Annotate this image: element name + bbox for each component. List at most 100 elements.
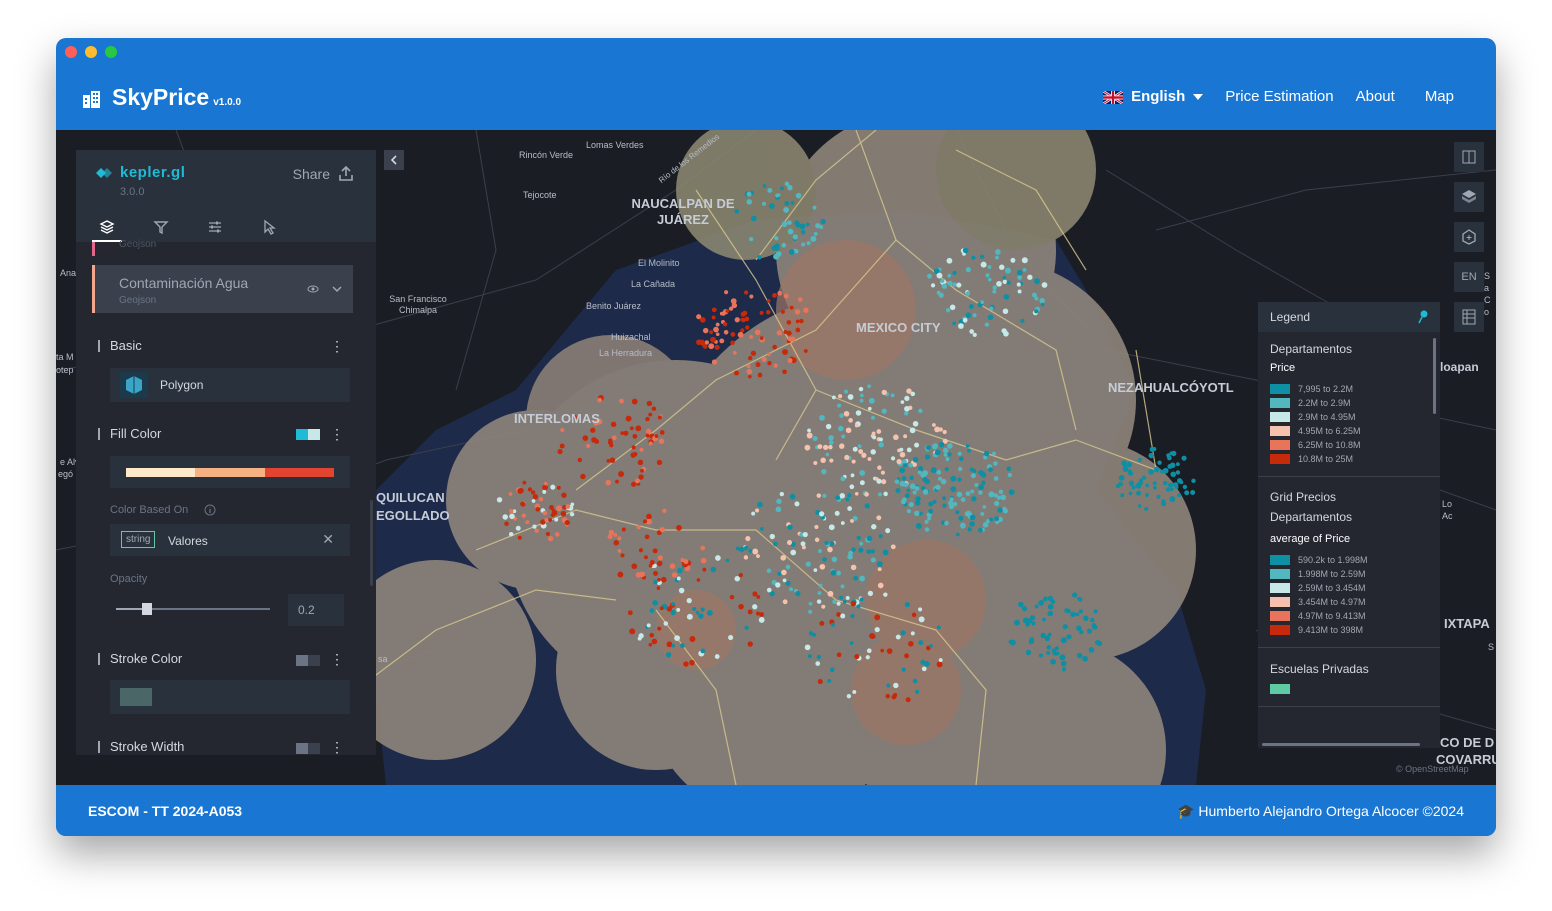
map-point[interactable] bbox=[978, 484, 984, 491]
map-point[interactable] bbox=[686, 613, 693, 620]
map-point[interactable] bbox=[631, 563, 638, 570]
map-point[interactable] bbox=[799, 318, 804, 324]
map-point[interactable] bbox=[715, 332, 720, 337]
map-point[interactable] bbox=[713, 326, 719, 333]
map-point[interactable] bbox=[904, 493, 910, 499]
map-point[interactable] bbox=[982, 522, 989, 528]
map-point[interactable] bbox=[994, 500, 1000, 506]
map-point[interactable] bbox=[899, 451, 906, 458]
map-point[interactable] bbox=[635, 478, 640, 484]
map-point[interactable] bbox=[757, 255, 762, 260]
map-point[interactable] bbox=[824, 540, 829, 546]
map-point[interactable] bbox=[700, 648, 706, 654]
map-point[interactable] bbox=[876, 561, 883, 568]
map-point[interactable] bbox=[932, 499, 937, 504]
map-point[interactable] bbox=[867, 457, 872, 461]
map-point[interactable] bbox=[1096, 640, 1103, 647]
map-point[interactable] bbox=[795, 590, 801, 597]
map-point[interactable] bbox=[917, 465, 924, 472]
map-point[interactable] bbox=[724, 290, 729, 295]
map-point[interactable] bbox=[725, 558, 730, 563]
map-point[interactable] bbox=[928, 508, 934, 514]
map-point[interactable] bbox=[903, 463, 908, 468]
map-point[interactable] bbox=[1139, 478, 1144, 483]
map-point[interactable] bbox=[686, 597, 692, 604]
map-point[interactable] bbox=[617, 536, 622, 541]
stroke-width-more-icon[interactable]: ⋮ bbox=[330, 739, 344, 755]
tab-filters[interactable] bbox=[146, 214, 176, 240]
map-point[interactable] bbox=[756, 554, 760, 559]
map-point[interactable] bbox=[1169, 451, 1174, 456]
map-point[interactable] bbox=[830, 622, 836, 627]
map-point[interactable] bbox=[974, 482, 979, 487]
map-point[interactable] bbox=[714, 344, 720, 350]
map-point[interactable] bbox=[947, 452, 952, 457]
map-point[interactable] bbox=[580, 473, 586, 480]
map-point[interactable] bbox=[738, 573, 743, 578]
map-point[interactable] bbox=[542, 489, 547, 494]
map-point[interactable] bbox=[1177, 478, 1183, 484]
map-point[interactable] bbox=[551, 510, 558, 516]
map-point[interactable] bbox=[1059, 654, 1066, 661]
map-point[interactable] bbox=[958, 515, 964, 521]
map-point[interactable] bbox=[868, 397, 875, 404]
map-point[interactable] bbox=[912, 421, 919, 427]
map-point[interactable] bbox=[947, 273, 952, 278]
map-point[interactable] bbox=[982, 504, 987, 509]
map-point[interactable] bbox=[829, 541, 835, 547]
map-point[interactable] bbox=[560, 427, 565, 433]
map-point[interactable] bbox=[773, 363, 778, 368]
map-point[interactable] bbox=[867, 384, 871, 389]
map-point[interactable] bbox=[918, 640, 924, 646]
map-point[interactable] bbox=[1137, 457, 1142, 462]
map-point[interactable] bbox=[972, 332, 977, 337]
map-point[interactable] bbox=[980, 300, 985, 304]
map-point[interactable] bbox=[711, 307, 717, 313]
map-point[interactable] bbox=[801, 242, 806, 247]
map-point[interactable] bbox=[646, 623, 651, 628]
map-point[interactable] bbox=[981, 480, 986, 486]
map-point[interactable] bbox=[676, 576, 681, 581]
map-point[interactable] bbox=[708, 343, 715, 350]
map-point[interactable] bbox=[1006, 280, 1011, 285]
map-point[interactable] bbox=[569, 512, 575, 517]
map-point[interactable] bbox=[586, 443, 591, 448]
map-point[interactable] bbox=[914, 510, 920, 517]
map-point[interactable] bbox=[942, 429, 947, 435]
map-point[interactable] bbox=[849, 641, 854, 646]
map-point[interactable] bbox=[761, 356, 767, 363]
map-point[interactable] bbox=[787, 524, 793, 530]
map-point[interactable] bbox=[728, 306, 734, 311]
map-point[interactable] bbox=[502, 514, 508, 520]
map-point[interactable] bbox=[859, 470, 866, 476]
map-point[interactable] bbox=[987, 277, 992, 282]
map-point[interactable] bbox=[776, 330, 782, 336]
draw-button[interactable] bbox=[1454, 222, 1484, 252]
map-point[interactable] bbox=[949, 304, 956, 311]
map-point[interactable] bbox=[644, 555, 648, 560]
map-point[interactable] bbox=[638, 548, 644, 553]
map-point[interactable] bbox=[915, 689, 920, 694]
map-point[interactable] bbox=[646, 428, 652, 434]
map-point[interactable] bbox=[525, 520, 530, 525]
map-point[interactable] bbox=[918, 607, 923, 612]
map-point[interactable] bbox=[822, 444, 829, 450]
map-point[interactable] bbox=[1153, 485, 1157, 490]
map-point[interactable] bbox=[894, 479, 900, 485]
map-point[interactable] bbox=[1062, 624, 1068, 630]
map-point[interactable] bbox=[787, 220, 792, 225]
map-point[interactable] bbox=[995, 249, 1001, 255]
map-point[interactable] bbox=[1177, 493, 1182, 498]
map-point[interactable] bbox=[548, 517, 553, 522]
map-point[interactable] bbox=[840, 476, 846, 482]
map-point[interactable] bbox=[1010, 257, 1016, 263]
map-point[interactable] bbox=[729, 594, 735, 600]
map-point[interactable] bbox=[822, 557, 827, 562]
map-point[interactable] bbox=[617, 549, 622, 553]
map-point[interactable] bbox=[1152, 481, 1157, 486]
layer-type-selector[interactable]: Polygon bbox=[110, 368, 350, 402]
map-point[interactable] bbox=[867, 406, 872, 411]
map-point[interactable] bbox=[836, 601, 841, 606]
map-point[interactable] bbox=[837, 403, 842, 408]
map-point[interactable] bbox=[784, 200, 790, 206]
